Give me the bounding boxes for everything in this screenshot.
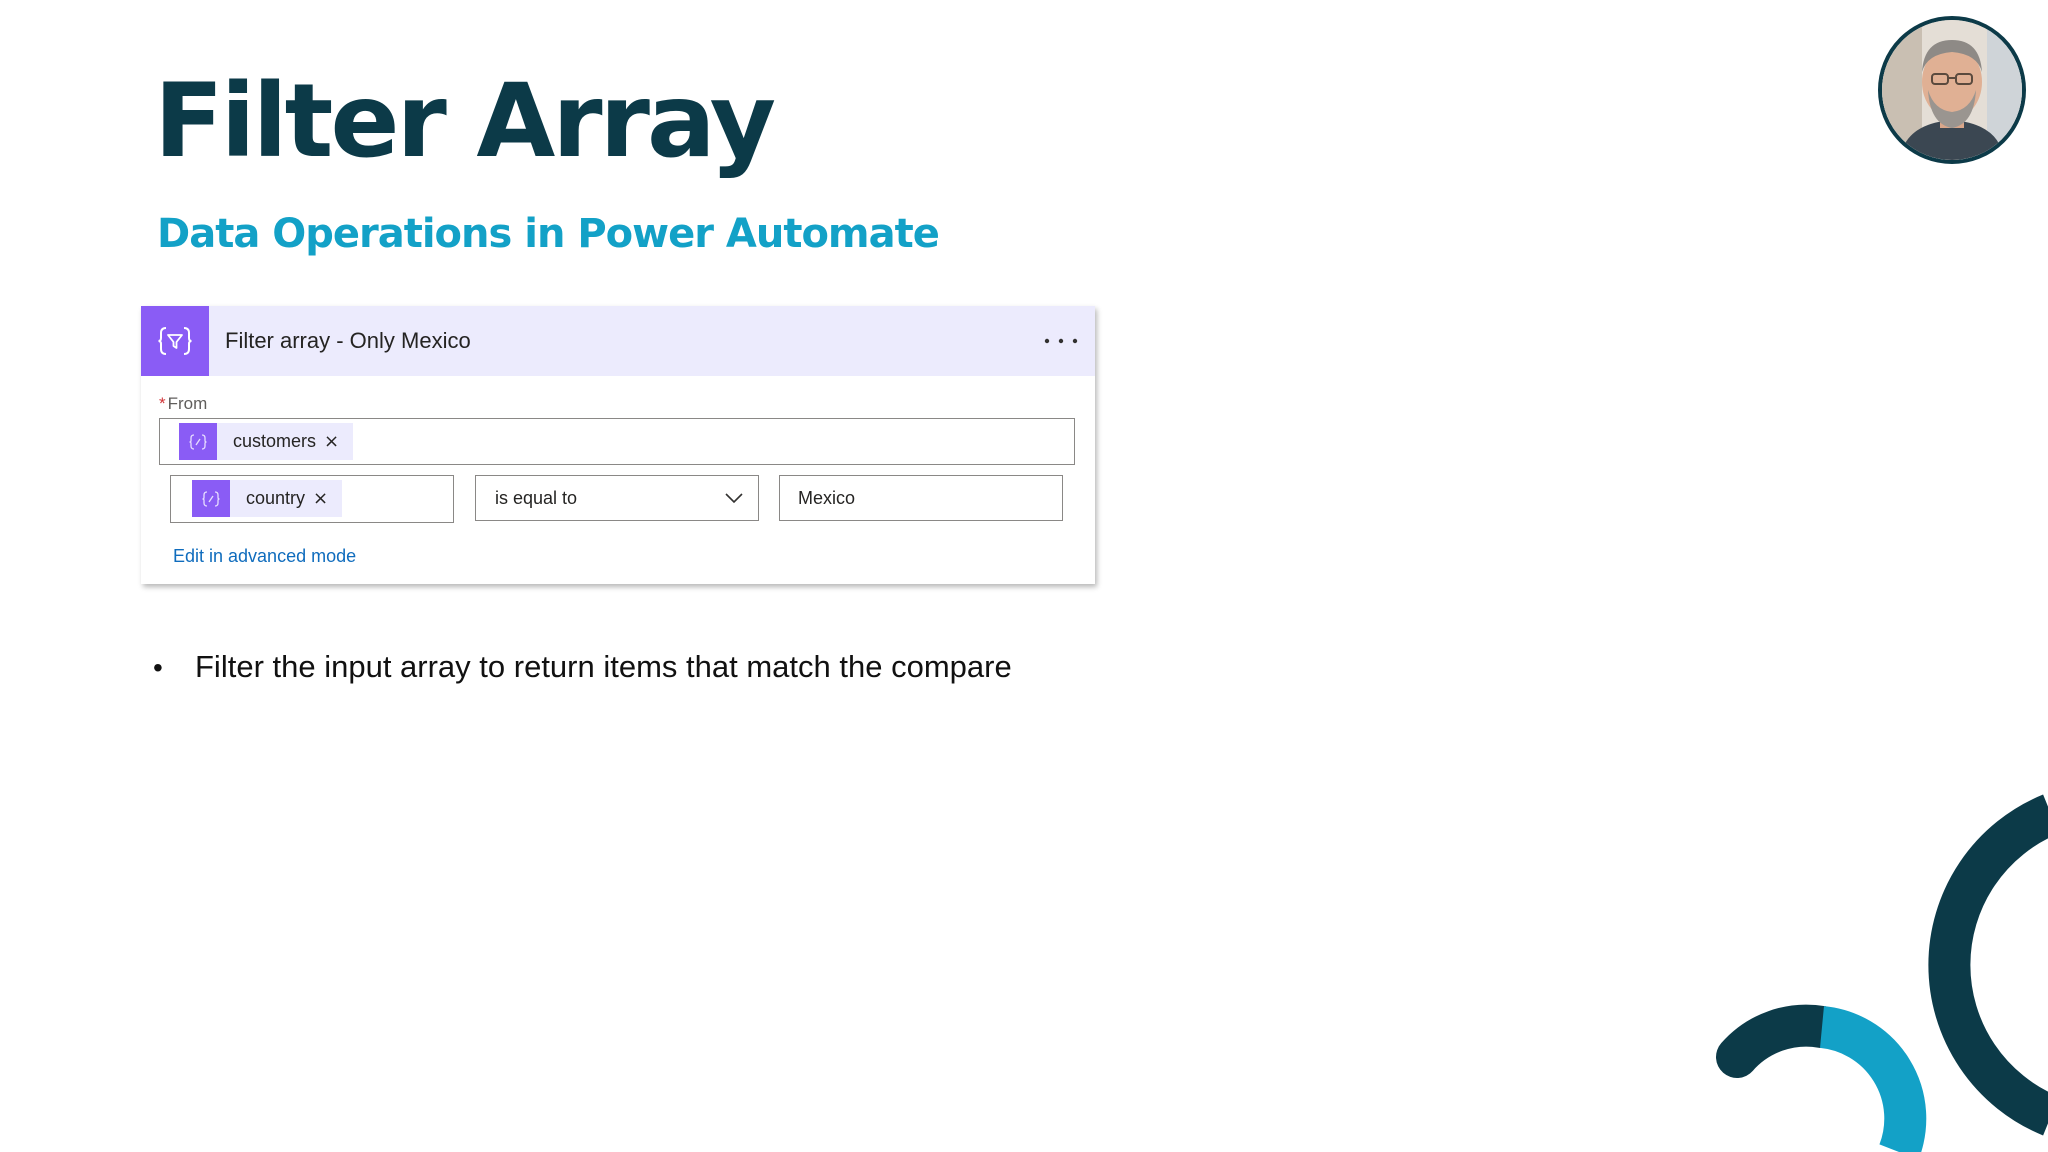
filter-braces-icon [141,306,209,376]
edit-advanced-mode-link[interactable]: Edit in advanced mode [173,546,356,567]
dynamic-content-token[interactable]: country × [192,480,343,517]
condition-left-operand[interactable]: country × [170,475,454,523]
presenter-avatar [1878,16,2026,164]
action-header[interactable]: Filter array - Only Mexico [141,306,1095,376]
slide-title: Filter Array [154,62,776,181]
decorative-arc-accent [1819,1006,1927,1152]
bullet-text: Filter the input array to return items t… [195,649,1012,684]
expression-braces-icon [192,480,230,517]
operator-dropdown[interactable]: is equal to [475,475,759,521]
slide-subtitle: Data Operations in Power Automate [157,211,940,257]
expression-braces-icon [179,423,217,460]
required-marker: * [159,394,166,413]
more-options-icon[interactable] [1039,328,1083,354]
remove-token-icon[interactable]: × [324,432,339,451]
chevron-down-icon [725,493,743,504]
decorative-arcs [1716,794,2048,1152]
from-label-text: From [167,394,208,413]
operator-value: is equal to [495,488,578,508]
condition-right-operand[interactable]: Mexico [779,475,1063,521]
bullet-marker: • [153,652,163,683]
filter-array-action-card: Filter array - Only Mexico * From custome… [141,306,1095,584]
decorative-arc-large [1928,794,2048,1136]
dynamic-content-token[interactable]: customers × [179,423,354,460]
bullet-list: • Filter the input array to return items… [153,645,1012,690]
bullet-item: • Filter the input array to return items… [153,645,1012,690]
token-label: customers [233,431,317,451]
right-operand-value: Mexico [798,488,856,508]
from-input[interactable]: customers × [159,418,1075,465]
from-field-label: * From [159,394,207,414]
action-title: Filter array - Only Mexico [225,328,471,353]
token-label: country [246,488,306,508]
decorative-arc-small [1716,1004,1843,1078]
remove-token-icon[interactable]: × [313,489,328,508]
